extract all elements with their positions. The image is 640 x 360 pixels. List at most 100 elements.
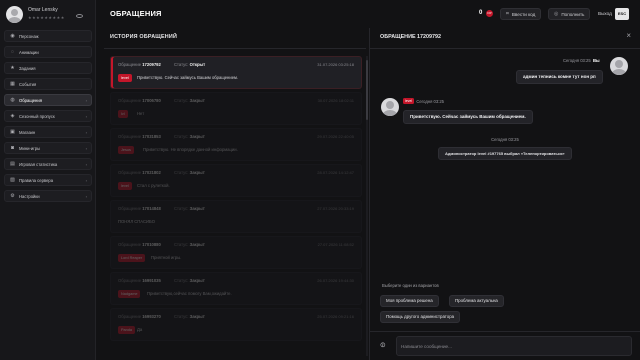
chevron-right-icon: ›: [85, 146, 87, 151]
close-icon[interactable]: ×: [626, 31, 631, 40]
system-message: Администратор level #197765 выбрал «Теле…: [438, 147, 572, 160]
person-icon: ◉: [10, 32, 15, 39]
ticket-card[interactable]: Обращение 16993270 Статус: Закрыт 25.07.…: [110, 308, 362, 341]
other-admin-button[interactable]: Помощь другого администратора: [380, 311, 461, 323]
ticket-date: 26.07.2026 19:44:30: [317, 278, 354, 283]
ticket-number-label: Обращение: [118, 242, 142, 247]
ticket-number-label: Обращение: [118, 278, 142, 283]
chevron-right-icon: ›: [85, 194, 87, 199]
chevron-right-icon: ›: [85, 162, 87, 167]
ticket-card[interactable]: Обращение 17010880 Статус: Закрыт 27.07.…: [110, 236, 362, 269]
ticket-number-value: 16991035: [142, 278, 161, 283]
problem-solved-button[interactable]: Моя проблема решена: [380, 295, 439, 307]
message-time: Сегодня 03:25: [416, 99, 445, 104]
ticket-number-value: 17031853: [142, 134, 161, 139]
sidebar-item-character[interactable]: ◉ Персонаж: [4, 30, 92, 42]
wallet-icon: ◎: [554, 11, 559, 17]
chevron-right-icon: ›: [85, 178, 87, 183]
sidebar-nav: ◉ Персонаж ◌ Анимации ★ Задания ▦ События ◍ О…: [4, 30, 92, 206]
sidebar-item-label: Настройки: [19, 193, 40, 199]
ticket-number: Обращение 17209792: [118, 62, 161, 67]
sidebar-item-tickets[interactable]: ◍ Обращения ›: [4, 94, 92, 106]
ticket-status-value: Закрыт: [189, 206, 205, 211]
divider: [370, 331, 640, 332]
sidebar-item-quests[interactable]: ★ Задания: [4, 62, 92, 74]
ticket-history-panel: ИСТОРИЯ ОБРАЩЕНИЙ Обращение 17209792 Ста…: [104, 28, 366, 360]
sidebar-item-label: Мини-игры: [19, 145, 41, 151]
ticket-status: Статус: Закрыт: [174, 134, 205, 139]
ticket-last-message: Нет: [137, 111, 145, 116]
ticket-card[interactable]: Обращение 16991035 Статус: Закрыт 26.07.…: [110, 272, 362, 305]
calendar-icon: ▦: [10, 80, 15, 87]
donate-coin-icon: DP: [486, 10, 493, 17]
profile-card[interactable]: Omar Lensky ★★★★★★★★★: [6, 6, 92, 24]
divider: [104, 48, 366, 49]
sidebar-item-label: Задания: [19, 65, 36, 71]
ticket-last-message: ПОНЯЛ СПАСИБО: [118, 219, 155, 224]
ticket-status-label: Статус:: [174, 278, 189, 283]
ticket-number-value: 16993270: [142, 314, 161, 319]
top-up-label: Пополнить: [561, 11, 585, 17]
esc-button[interactable]: ESC: [615, 8, 629, 20]
problem-actual-button[interactable]: Проблема актуальна: [449, 295, 504, 307]
ticket-card[interactable]: Обращение 17031853 Статус: Закрыт 29.07.…: [110, 128, 362, 161]
ticket-card[interactable]: Обращение 17021802 Статус: Закрыт 28.07.…: [110, 164, 362, 197]
enter-code-button[interactable]: ⌗ Ввести код: [500, 8, 542, 20]
exit-label[interactable]: Выход: [598, 11, 612, 16]
ticket-status: Статус: Закрыт: [174, 170, 205, 175]
ticket-number-label: Обращение: [118, 314, 142, 319]
sidebar-item-animations[interactable]: ◌ Анимации: [4, 46, 92, 58]
ticket-number-value: 17014848: [142, 206, 161, 211]
message-text: Приветствую. Сейчас займусь Вашим обраще…: [410, 114, 526, 119]
ticket-status-label: Статус:: [174, 62, 189, 67]
ticket-chat-panel: ОБРАЩЕНИЕ 17209792 × Сегодня 03:25 Вы ад…: [370, 28, 640, 360]
admin-tag: Panda: [118, 326, 135, 334]
message-time: Сегодня 03:25: [563, 58, 591, 63]
ticket-card[interactable]: Обращение 17006780 Статус: Закрыт 30.07.…: [110, 92, 362, 125]
admin-tag: level: [118, 74, 132, 82]
paperclip-icon[interactable]: ⊘: [378, 340, 388, 350]
sidebar-item-game-stats[interactable]: ▤ Игровая статистика ›: [4, 158, 92, 170]
ticket-status-value: Закрыт: [189, 98, 205, 103]
self-message-meta: Сегодня 03:25 Вы: [563, 58, 600, 63]
top-up-button[interactable]: ◎ Пополнить: [548, 8, 591, 20]
ticket-status-value: Открыт: [189, 62, 206, 67]
ticket-date: 28.07.2026 14:12:47: [317, 170, 354, 175]
sidebar-item-events[interactable]: ▦ События: [4, 78, 92, 90]
admin-tag: level: [403, 98, 414, 104]
ticket-status-label: Статус:: [174, 98, 189, 103]
avatar: [610, 57, 628, 75]
top-bar: ОБРАЩЕНИЯ 0 DP ⌗ Ввести код ◎ Пополнить Вы…: [96, 0, 640, 28]
ticket-number: Обращение 17006780: [118, 98, 161, 103]
ticket-last-message: Приятной игры.: [151, 255, 182, 260]
sidebar-item-settings[interactable]: ⚙ Настройки ›: [4, 190, 92, 202]
ticket-status: Статус: Закрыт: [174, 314, 205, 319]
ticket-card[interactable]: Обращение 17209792 Статус: Открыт 31.07.…: [110, 56, 362, 89]
admin-tag: Nadgame: [118, 290, 141, 298]
sidebar-item-label: Правила сервера: [19, 177, 54, 183]
ticket-card[interactable]: Обращение 17014848 Статус: Закрыт 27.07.…: [110, 200, 362, 233]
sidebar-item-shop[interactable]: ▣ Магазин ›: [4, 126, 92, 138]
scrollbar-thumb[interactable]: [366, 60, 368, 120]
ticket-status: Статус: Закрыт: [174, 242, 205, 247]
self-message-bubble: админ тепнись комне тут нон рп: [516, 70, 603, 84]
sidebar-item-label: Игровая статистика: [19, 161, 58, 167]
chevron-right-icon: ›: [85, 114, 87, 119]
admin-message-meta: level Сегодня 03:25: [403, 98, 444, 104]
sidebar-item-season-pass[interactable]: ◈ Сезонный пропуск ›: [4, 110, 92, 122]
page-title: ОБРАЩЕНИЯ: [110, 9, 162, 18]
ticket-number: Обращение 16993270: [118, 314, 161, 319]
sidebar-item-server-rules[interactable]: ▧ Правила сервера ›: [4, 174, 92, 186]
sidebar-item-label: Магазин: [19, 129, 36, 135]
gear-icon: ⚙: [10, 192, 15, 199]
eye-icon[interactable]: [76, 14, 83, 18]
ticket-status: Статус: Открыт: [174, 62, 205, 67]
ticket-status-label: Статус:: [174, 134, 189, 139]
ticket-date: 27.07.2026 11:08:52: [317, 242, 354, 247]
message-input[interactable]: [396, 336, 632, 356]
ticket-number-label: Обращение: [118, 134, 142, 139]
sidebar-item-minigames[interactable]: ◙ Мини-игры ›: [4, 142, 92, 154]
ticket-status-label: Статус:: [174, 170, 189, 175]
cart-icon: ▣: [10, 128, 15, 135]
chat-title: ОБРАЩЕНИЕ 17209792: [380, 34, 442, 40]
